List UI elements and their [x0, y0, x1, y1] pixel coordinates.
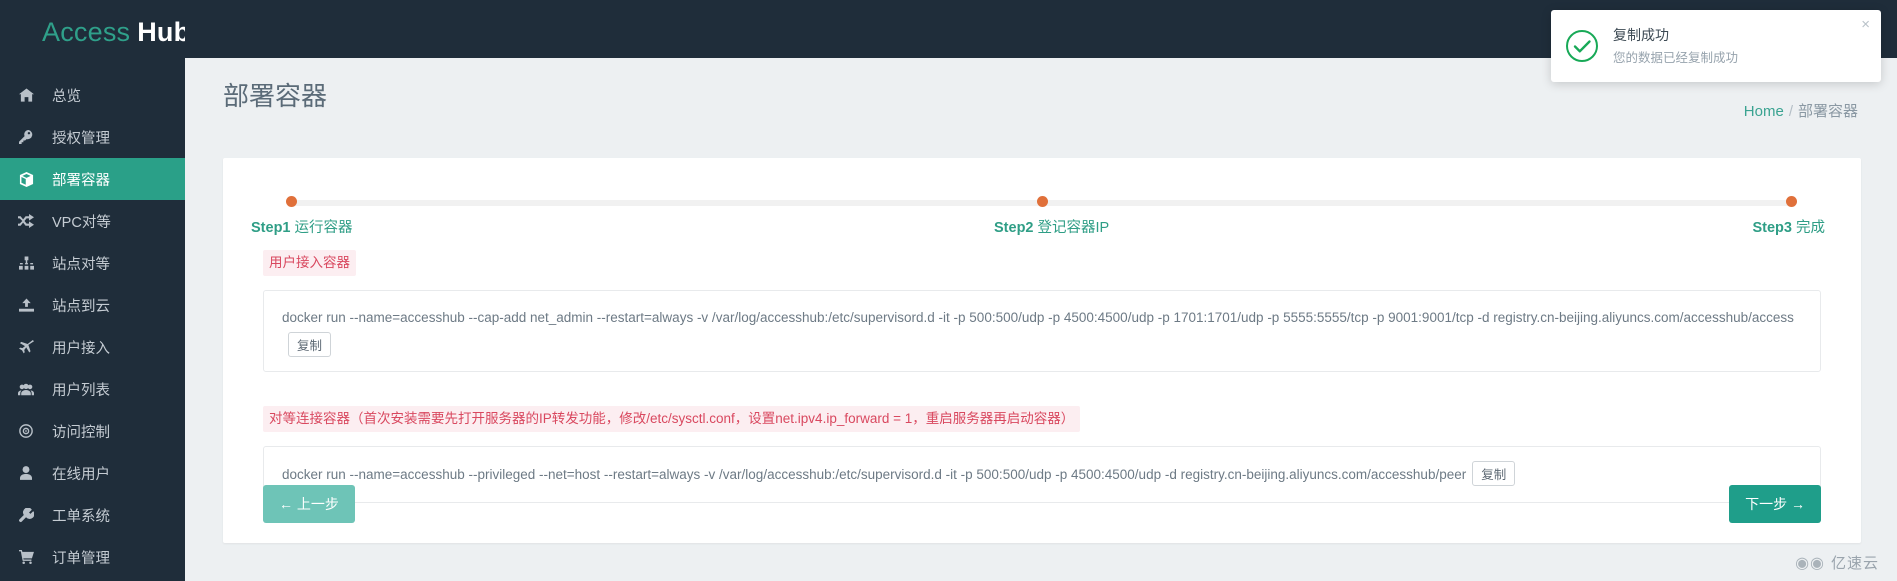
next-step-button[interactable]: 下一步 → [1729, 485, 1821, 523]
stepper: Step1 运行容器 Step2 登记容器IP Step3 完成 [223, 158, 1861, 244]
users-icon [0, 383, 52, 396]
sidebar-item-online-users[interactable]: 在线用户 [0, 452, 185, 494]
sidebar-item-label: 用户接入 [52, 340, 110, 357]
sidebar-item-deploy-container[interactable]: 部署容器 [0, 158, 185, 200]
breadcrumb-separator: / [1788, 103, 1793, 120]
toast-notification: 复制成功 您的数据已经复制成功 × [1551, 10, 1881, 82]
sidebar-item-user-access[interactable]: 用户接入 [0, 326, 185, 368]
sidebar-item-label: 授权管理 [52, 130, 110, 147]
deploy-panel: Step1 运行容器 Step2 登记容器IP Step3 完成 用户接入容器 … [223, 158, 1861, 543]
sidebar-item-label: 订单管理 [52, 550, 110, 567]
block-2-tag: 对等连接容器（首次安装需要先打开服务器的IP转发功能，修改/etc/sysctl… [263, 405, 1081, 432]
block-1-command: docker run --name=accesshub --cap-add ne… [282, 310, 1794, 326]
step-dot-icon [1037, 196, 1048, 207]
sitemap-icon [0, 256, 52, 270]
sidebar: Access Hub 总览 授权管理 部署容器 VPC对等 站点对等 站点到云 … [0, 0, 190, 581]
brand-logo[interactable]: Access Hub [0, 0, 190, 64]
sidebar-item-label: 总览 [52, 88, 81, 105]
previous-step-button[interactable]: ← 上一步 [263, 485, 355, 523]
sidebar-item-label: VPC对等 [52, 214, 111, 231]
sidebar-item-ticket-system[interactable]: 工单系统 [0, 494, 185, 536]
sidebar-item-label: 部署容器 [52, 172, 110, 189]
sidebar-item-order-management[interactable]: 订单管理 [0, 536, 185, 578]
block-1-code-box: docker run --name=accesshub --cap-add ne… [263, 290, 1821, 372]
sidebar-item-site-peering[interactable]: 站点对等 [0, 242, 185, 284]
copy-button-1[interactable]: 复制 [288, 331, 332, 357]
wrench-icon [0, 507, 52, 523]
panel-footer: ← 上一步 下一步 → [223, 467, 1861, 543]
toast-body: 复制成功 您的数据已经复制成功 [1613, 25, 1881, 68]
step-3-name: 完成 [1791, 220, 1825, 236]
sidebar-item-label: 在线用户 [52, 466, 110, 483]
brand-part1: Access [42, 16, 131, 47]
sidebar-item-label: 站点对等 [52, 256, 110, 273]
step-2-label: Step2 登记容器IP [994, 216, 1109, 237]
step-2-num: Step2 [994, 220, 1034, 236]
toast-title: 复制成功 [1613, 26, 1669, 43]
brand-part2: Hub [137, 16, 191, 47]
shuffle-icon [0, 214, 52, 228]
home-icon [0, 88, 52, 102]
sidebar-item-label: 站点到云 [52, 298, 110, 315]
key-icon [0, 130, 52, 144]
step-dot-icon [286, 196, 297, 207]
step-1-name: 运行容器 [290, 220, 353, 236]
block-1-tag: 用户接入容器 [263, 250, 356, 277]
sidebar-item-overview[interactable]: 总览 [0, 74, 185, 116]
user-icon [0, 466, 52, 480]
breadcrumb-current: 部署容器 [1797, 103, 1858, 120]
sidebar-item-site-to-cloud[interactable]: 站点到云 [0, 284, 185, 326]
breadcrumb: Home / 部署容器 [1744, 100, 1858, 121]
sidebar-item-label: 工单系统 [52, 508, 110, 525]
cart-icon [0, 550, 52, 564]
step-1-label: Step1 运行容器 [251, 216, 353, 237]
box-icon [0, 171, 52, 187]
success-check-icon [1551, 29, 1613, 63]
step-dot-icon [1786, 196, 1797, 207]
toast-description: 您的数据已经复制成功 [1613, 50, 1739, 65]
sidebar-item-access-control[interactable]: 访问控制 [0, 410, 185, 452]
target-icon [0, 424, 52, 438]
watermark: ◉◉ 亿速云 [1795, 552, 1879, 573]
step-2-name: 登记容器IP [1033, 220, 1110, 236]
watermark-text: 亿速云 [1830, 555, 1879, 572]
main-content: 部署容器 Home/部署容器 Step1 运行容器 Step2 登记容器IP [185, 58, 1897, 581]
breadcrumb-home[interactable]: Home [1744, 103, 1784, 120]
step-1-num: Step1 [251, 220, 291, 236]
step-3-label: Step3 完成 [1752, 216, 1825, 237]
close-icon[interactable]: × [1861, 17, 1870, 32]
page-title: 部署容器 [223, 81, 328, 111]
sidebar-item-label: 访问控制 [52, 424, 110, 441]
sidebar-item-label: 用户列表 [52, 382, 110, 399]
step-3-num: Step3 [1752, 220, 1792, 236]
sidebar-item-vpc-peering[interactable]: VPC对等 [0, 200, 185, 242]
app-root: Access Hub 总览 授权管理 部署容器 VPC对等 站点对等 站点到云 … [0, 0, 1897, 581]
sidebar-item-authorization[interactable]: 授权管理 [0, 116, 185, 158]
sidebar-item-user-list[interactable]: 用户列表 [0, 368, 185, 410]
sidebar-nav: 总览 授权管理 部署容器 VPC对等 站点对等 站点到云 用户接入 用户列表 访… [0, 64, 185, 578]
watermark-logo-icon: ◉◉ [1795, 554, 1825, 572]
command-block-1: 用户接入容器 docker run --name=accesshub --cap… [223, 244, 1861, 372]
plane-icon [0, 339, 52, 355]
upload-icon [0, 298, 52, 312]
